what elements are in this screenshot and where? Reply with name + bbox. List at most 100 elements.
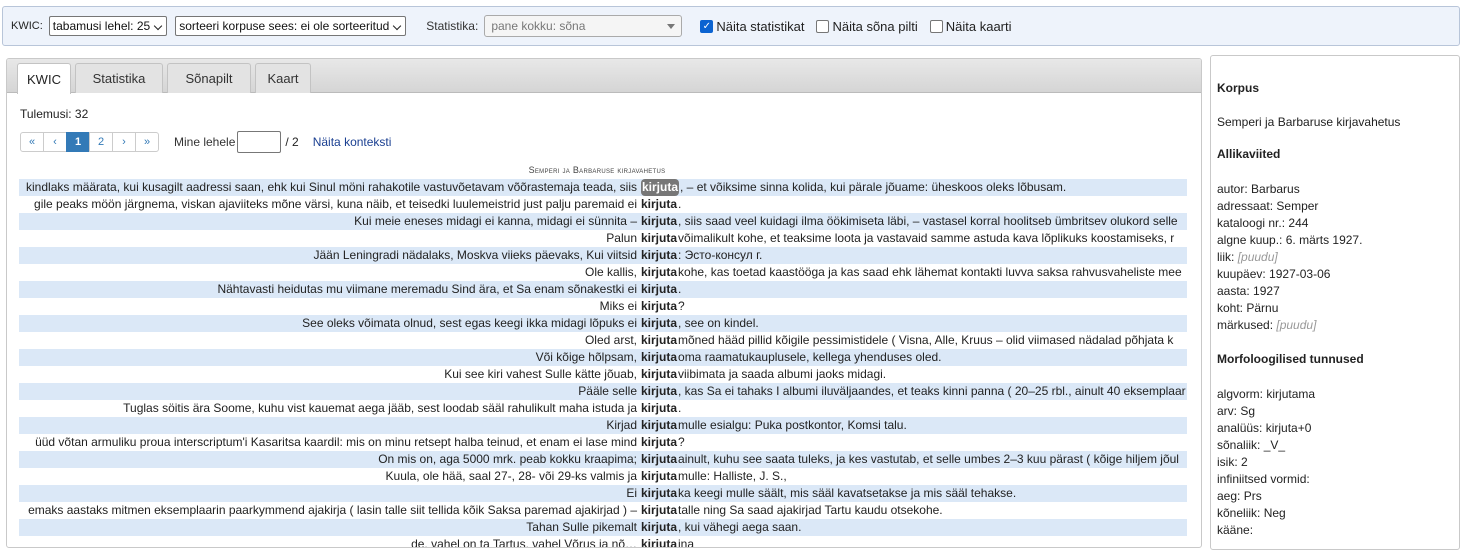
page-2-button[interactable]: 2: [89, 132, 113, 152]
kwic-match[interactable]: kirjuta: [641, 451, 677, 468]
attribute-key: koht:: [1217, 301, 1244, 315]
kwic-match[interactable]: kirjuta: [641, 536, 677, 547]
kwic-row[interactable]: kindlaks määrata, kui kusagilt aadressi …: [19, 179, 1187, 196]
tab-kwic[interactable]: KWIC: [17, 63, 71, 94]
kwic-row[interactable]: Pääle selle kirjuta, kas Sa ei tahaks I a…: [19, 383, 1187, 400]
kwic-right-context: , see on kindel.: [678, 316, 759, 330]
kwic-row[interactable]: Oled arst, kirjuta mõned hääd pillid kõigi…: [19, 332, 1187, 349]
kwic-left-context: Ei: [19, 485, 641, 502]
kwic-match[interactable]: kirjuta: [641, 485, 677, 502]
corpus-name: Semperi ja Barbaruse kirjavahetus: [1217, 115, 1401, 129]
statistics-combobox[interactable]: pane kokku: sõna: [484, 15, 683, 37]
show-map-checkbox[interactable]: Näita kaarti: [929, 19, 1012, 34]
kwic-match[interactable]: kirjuta: [641, 400, 677, 417]
kwic-row[interactable]: Ole kallis, kirjuta kohe, kas toetad kaast…: [19, 264, 1187, 281]
tab-statistics[interactable]: Statistika: [75, 63, 163, 93]
kwic-row[interactable]: üüd võtan armuliku proua interscriptum'i…: [19, 434, 1187, 451]
results-count: Tulemusi: 32: [20, 107, 89, 121]
page-next-button[interactable]: ›: [112, 132, 136, 152]
kwic-row[interactable]: On mis on, aga 5000 mrk. peab kokku kraa…: [19, 451, 1187, 468]
kwic-right-context: võimalikult kohe, et teaksime loota ja v…: [678, 231, 1175, 245]
details-sidebar: Korpus Semperi ja Barbaruse kirjavahetus…: [1210, 55, 1460, 550]
kwic-match[interactable]: kirjuta: [641, 247, 677, 264]
show-statistics-label: Näita statistikat: [716, 18, 805, 34]
kwic-right-context: , siis saad veel kuidagi ilma öökimiseta…: [678, 214, 1178, 228]
kwic-match[interactable]: kirjuta: [641, 298, 677, 315]
kwic-left-context: Tahan Sulle pikemalt: [19, 519, 641, 536]
kwic-row[interactable]: See oleks võimata olnud, sest egas keegi…: [19, 315, 1187, 332]
kwic-row[interactable]: Või kõige hõlpsam, kirjuta oma raamatukaup…: [19, 349, 1187, 366]
kwic-match[interactable]: kirjuta: [641, 383, 677, 400]
kwic-row[interactable]: Kirjad kirjuta mulle esialgu: Puka postkon…: [19, 417, 1187, 434]
attribute-line: aasta: 1927: [1217, 283, 1453, 300]
kwic-match[interactable]: kirjuta: [641, 519, 677, 536]
kwic-left-text: kindlaks määrata, kui kusagilt aadressi …: [26, 180, 637, 194]
attribute-key: kataloogi nr.:: [1217, 216, 1286, 230]
attribute-value: Semper: [1276, 199, 1319, 213]
kwic-match[interactable]: kirjuta: [641, 468, 677, 485]
tab-map[interactable]: Kaart: [255, 63, 311, 93]
kwic-row[interactable]: Palun kirjuta võimalikult kohe, et teaksim…: [19, 230, 1187, 247]
attribute-value: Sg: [1240, 404, 1256, 418]
page-last-button[interactable]: »: [135, 132, 159, 152]
kwic-match[interactable]: kirjuta: [641, 332, 677, 349]
kwic-match[interactable]: kirjuta: [641, 349, 677, 366]
kwic-row[interactable]: Nähtavasti heidutas mu viimane meremadu …: [19, 281, 1187, 298]
kwic-right-context: mulle: Halliste, J. S.,: [678, 469, 787, 483]
kwic-left-text: üüd võtan armuliku proua interscriptum'i…: [35, 435, 637, 449]
attribute-key: liik:: [1217, 250, 1235, 264]
morph-attributes: algvorm: kirjutama arv: Sg analüüs: kirjut…: [1217, 386, 1453, 539]
show-wordpicture-checkbox[interactable]: Näita sõna pilti: [816, 19, 918, 34]
kwic-row[interactable]: Tuglas söitis ära Soome, kuhu vist kauem…: [19, 400, 1187, 417]
kwic-match[interactable]: kirjuta: [641, 264, 677, 281]
kwic-right-context: .: [678, 401, 682, 415]
attribute-value: [puudu]: [1276, 318, 1317, 332]
page-prev-button[interactable]: ‹: [43, 132, 67, 152]
kwic-left-context: Tuglas söitis ära Soome, kuhu vist kauem…: [19, 400, 641, 417]
kwic-left-context: Kuula, ole hää, saal 27-, 28- või 29-ks …: [19, 468, 641, 485]
kwic-match[interactable]: kirjuta: [641, 417, 677, 434]
kwic-match[interactable]: kirjuta: [641, 366, 677, 383]
kwic-left-text: gile peaks möön järgnema, viskan ajaviit…: [34, 197, 637, 211]
page-1-button[interactable]: 1: [66, 132, 90, 152]
kwic-row[interactable]: Tahan Sulle pikemalt kirjuta, kui vähegi …: [19, 519, 1187, 536]
attribute-key: kuupäev:: [1217, 267, 1266, 281]
kwic-match[interactable]: kirjuta: [641, 213, 677, 230]
kwic-left-text: Pääle selle: [578, 384, 637, 398]
kwic-row[interactable]: de, vahel on ta Tartus, vahel Võrus ja n…: [19, 536, 1187, 547]
goto-page-input[interactable]: [237, 131, 282, 153]
checkbox-checked-icon: ✓: [700, 19, 714, 33]
corpus-section-title: Korpus: [1217, 81, 1259, 95]
results-panel: KWIC Statistika Sõnapilt Kaart Tulemusi:…: [6, 58, 1202, 548]
kwic-left-context: emaks aastaks mitmen eksemplaarin paarky…: [19, 502, 641, 519]
attribute-line: analüüs: kirjuta+0: [1217, 420, 1453, 437]
tab-wordpicture[interactable]: Sõnapilt: [167, 63, 251, 93]
kwic-right-context: : Эсто-консул г.: [678, 248, 763, 262]
sort-select[interactable]: sorteeri korpuse sees: ei ole sorteeritu…: [175, 16, 407, 36]
kwic-match[interactable]: kirjuta: [641, 281, 677, 298]
attribute-line: kõneliik: Neg: [1217, 505, 1453, 522]
kwic-match[interactable]: kirjuta: [641, 315, 677, 332]
kwic-left-context: On mis on, aga 5000 mrk. peab kokku kraa…: [19, 451, 641, 468]
kwic-row[interactable]: Kui meie eneses midagi ei kanna, midagi …: [19, 213, 1187, 230]
corpus-heading: Semperi ja Barbaruse kirjavahetus: [528, 165, 666, 175]
kwic-row[interactable]: Kui see kiri vahest Sulle kätte jõuab, ki…: [19, 366, 1187, 383]
show-statistics-checkbox[interactable]: ✓ Näita statistikat: [700, 19, 804, 34]
kwic-match[interactable]: kirjuta: [641, 434, 677, 451]
hits-per-page-select[interactable]: tabamusi lehel: 25: [48, 16, 168, 36]
kwic-row[interactable]: Kuula, ole hää, saal 27-, 28- või 29-ks …: [19, 468, 1187, 485]
kwic-row[interactable]: gile peaks möön järgnema, viskan ajaviit…: [19, 196, 1187, 213]
attribute-line: sõnaliik: _V_: [1217, 437, 1453, 454]
kwic-match[interactable]: kirjuta: [641, 230, 677, 247]
kwic-right-context: , kas Sa ei tahaks I albumi iluväljaande…: [678, 384, 1186, 398]
kwic-row[interactable]: Jään Leningradi nädalaks, Moskva viieks …: [19, 247, 1187, 264]
kwic-row[interactable]: Ei kirjuta ka keegi mulle säält, mis sääl …: [19, 485, 1187, 502]
kwic-row[interactable]: emaks aastaks mitmen eksemplaarin paarky…: [19, 502, 1187, 519]
kwic-match[interactable]: kirjuta: [641, 502, 677, 519]
page-first-button[interactable]: «: [20, 132, 44, 152]
kwic-match[interactable]: kirjuta: [641, 196, 677, 213]
kwic-left-context: Jään Leningradi nädalaks, Moskva viieks …: [19, 247, 641, 264]
show-context-link[interactable]: Näita konteksti: [313, 135, 392, 149]
kwic-match[interactable]: kirjuta: [641, 179, 680, 196]
kwic-row[interactable]: Miks ei kirjuta?: [19, 298, 1187, 315]
